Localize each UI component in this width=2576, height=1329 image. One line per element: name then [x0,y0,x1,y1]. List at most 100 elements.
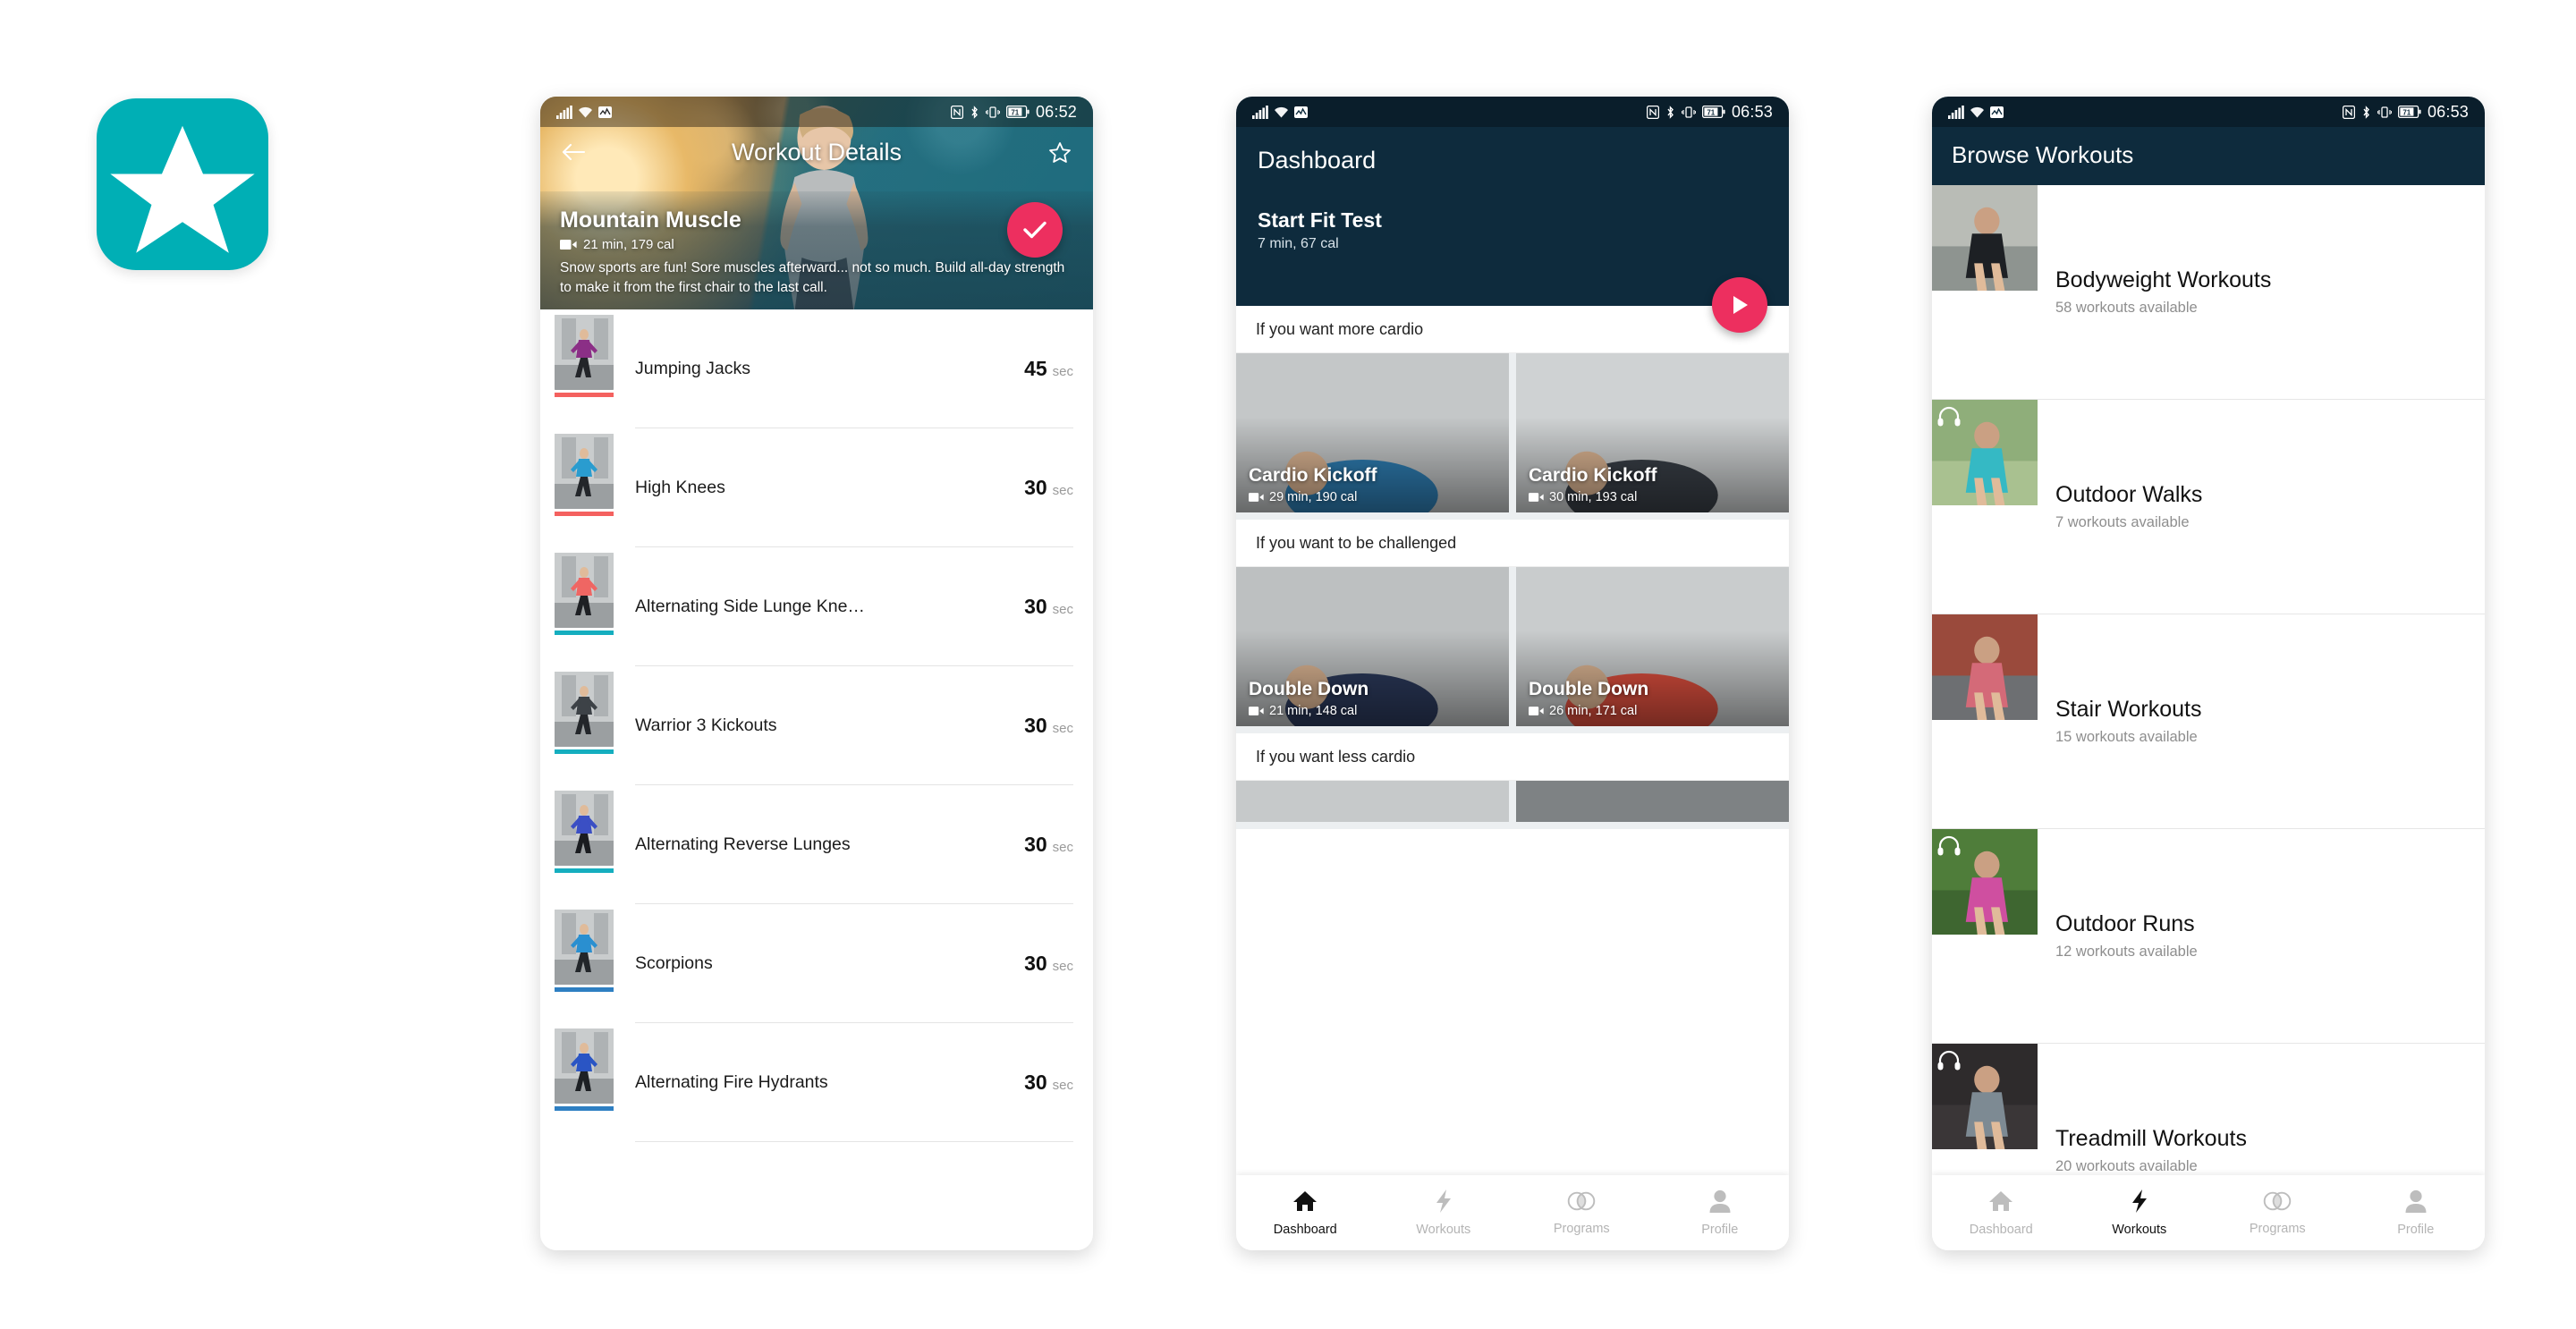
workout-card-title: Cardio Kickoff [1529,464,1657,486]
bolt-icon [2128,1189,2151,1218]
workout-card[interactable]: Cardio Kickoff 30 min, 193 cal [1516,353,1789,512]
exercise-name: Jumping Jacks [635,358,750,378]
page-title: Browse Workouts [1932,127,2485,185]
home-icon [1987,1189,2014,1218]
signal-icon [1948,105,1964,119]
workout-details-appbar: Workout Details [540,127,1093,177]
workout-card-meta: 26 min, 171 cal [1529,704,1780,718]
category-name: Stair Workouts [2055,696,2202,722]
nfc-icon [950,105,963,119]
workout-duration: 21 min, 179 cal [583,237,674,253]
exercise-duration: 30 [1024,594,1047,618]
exercise-row[interactable]: Alternating Side Lunge Kne… 30 sec [540,547,1093,666]
nfc-icon [2342,105,2355,119]
phone-dashboard: 71 06:53 Dashboard Start Fit Test 7 min,… [1236,97,1789,1250]
workout-card[interactable] [1516,781,1789,822]
workout-card[interactable]: Cardio Kickoff 29 min, 190 cal [1236,353,1509,512]
category-thumbnail [1932,400,2038,614]
video-icon [1529,707,1544,715]
category-name: Outdoor Walks [2055,481,2203,507]
battery-icon: 71 [1005,106,1030,118]
workout-card[interactable]: Double Down 26 min, 171 cal [1516,567,1789,726]
workout-photo [1236,781,1509,822]
category-row[interactable]: Bodyweight Workouts 58 workouts availabl… [1932,185,2485,400]
star-outline-icon[interactable] [1045,137,1075,167]
category-count: 12 workouts available [2055,944,2198,961]
exercise-duration: 30 [1024,475,1047,499]
nav-item-workouts[interactable]: Workouts [1375,1189,1513,1237]
workout-card[interactable] [1236,781,1509,822]
nav-item-workouts[interactable]: Workouts [2071,1189,2209,1237]
mark-complete-fab[interactable] [1007,202,1063,258]
home-icon [1292,1189,1318,1218]
venn-circles-icon [1567,1189,1596,1217]
exercise-accent-bar [555,393,614,397]
nav-item-profile[interactable]: Profile [1651,1189,1790,1237]
exercise-accent-bar [555,1106,614,1111]
exercise-value: 30 sec [1015,476,1073,500]
exercise-value: 30 sec [1015,952,1073,976]
category-row[interactable]: Outdoor Runs 12 workouts available [1932,829,2485,1044]
workout-card[interactable]: Double Down 21 min, 148 cal [1236,567,1509,726]
exercise-name: Alternating Side Lunge Kne… [635,596,865,616]
exercise-name: Alternating Reverse Lunges [635,834,851,854]
nav-item-dashboard[interactable]: Dashboard [1932,1189,2071,1237]
category-row[interactable]: Outdoor Walks 7 workouts available [1932,400,2485,614]
nav-item-label: Dashboard [1273,1223,1337,1237]
exercise-row[interactable]: Scorpions 30 sec [540,904,1093,1023]
exercise-row[interactable]: Jumping Jacks 45 sec [540,309,1093,428]
exercise-unit: sec [1052,839,1073,855]
exercise-photo [555,434,614,509]
video-icon [560,240,577,250]
status-right-icons: 71 06:53 [2342,103,2469,122]
category-count: 20 workouts available [2055,1158,2198,1175]
signal-icon [556,105,572,119]
exercise-row[interactable]: Alternating Fire Hydrants 30 sec [540,1023,1093,1142]
nav-item-label: Programs [1553,1222,1610,1236]
nav-item-dashboard[interactable]: Dashboard [1236,1189,1375,1237]
section-label: If you want less cardio [1236,733,1789,781]
data-icon [598,106,612,118]
status-right-icons: 71 06:52 [950,103,1077,122]
exercise-accent-bar [555,749,614,754]
phone-browse-workouts: 71 06:53 Browse Workouts Bodyweight Work… [1932,97,2485,1250]
phone-workout-details: 71 06:52 Workout Details Mountain Muscle [540,97,1093,1250]
exercise-thumbnail [555,785,614,904]
nav-item-profile[interactable]: Profile [2347,1189,2486,1237]
category-row[interactable]: Stair Workouts 15 workouts available [1932,614,2485,829]
bluetooth-icon [2363,105,2369,119]
bluetooth-icon [971,105,978,119]
start-fit-test-fab[interactable] [1712,277,1767,333]
bluetooth-icon [1667,105,1674,119]
video-icon [1529,493,1544,502]
exercise-row[interactable]: Alternating Reverse Lunges 30 sec [540,785,1093,904]
wifi-icon [579,106,592,118]
battery-level: 71 [1011,108,1019,116]
exercise-thumbnail [555,1023,614,1142]
back-arrow-icon[interactable] [558,137,589,167]
exercise-row[interactable]: Warrior 3 Kickouts 30 sec [540,666,1093,785]
status-bar: 71 06:53 [1236,97,1789,127]
workout-card-meta: 30 min, 193 cal [1529,490,1780,504]
star-icon [110,125,255,253]
check-icon [1023,221,1046,239]
exercise-duration: 30 [1024,951,1047,975]
exercise-value: 30 sec [1015,833,1073,857]
exercise-accent-bar [555,868,614,873]
exercise-accent-bar [555,512,614,516]
fit-test-title: Start Fit Test [1258,208,1382,232]
dashboard-sections: If you want more cardio Cardio Kickoff 2… [1236,306,1789,829]
nav-item-programs[interactable]: Programs [1513,1189,1651,1236]
bottom-nav: Dashboard Workouts Programs Profile [1932,1175,2485,1250]
workout-description: Snow sports are fun! Sore muscles afterw… [560,260,1065,295]
exercise-accent-bar [555,631,614,635]
category-thumbnail [1932,614,2038,828]
star-app-icon[interactable] [97,98,268,270]
exercise-accent-bar [555,987,614,992]
category-count: 7 workouts available [2055,514,2190,531]
battery-icon: 71 [1701,106,1725,118]
nav-item-programs[interactable]: Programs [2208,1189,2347,1236]
workout-card-title: Cardio Kickoff [1249,464,1377,486]
wifi-icon [1970,106,1984,118]
exercise-row[interactable]: High Knees 30 sec [540,428,1093,547]
